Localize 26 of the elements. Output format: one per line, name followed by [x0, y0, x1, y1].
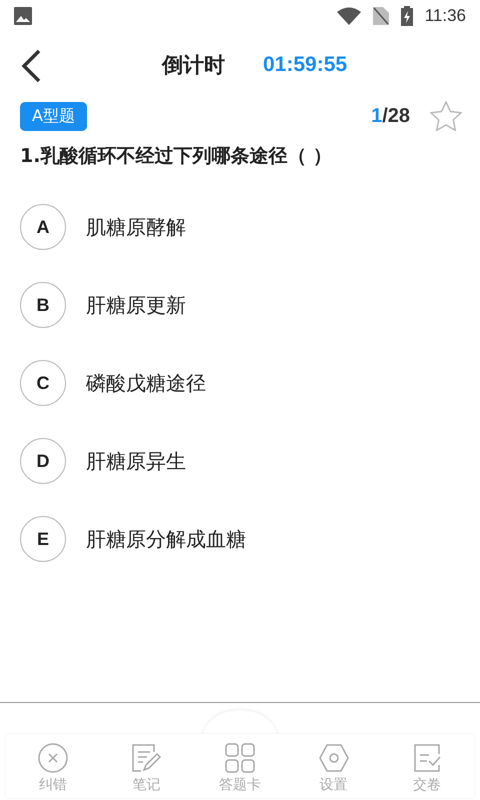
- status-time: 11:36: [424, 6, 466, 26]
- option-text: 肝糖原更新: [86, 292, 186, 318]
- grid-icon: [224, 742, 256, 774]
- total-count: /28: [382, 104, 410, 128]
- page-title: 倒计时: [162, 52, 225, 79]
- battery-charging-icon: [400, 6, 413, 26]
- no-sim-icon: [372, 7, 389, 25]
- wifi-icon: [336, 7, 361, 25]
- option-letter-button[interactable]: E: [20, 516, 66, 562]
- option-letter-button[interactable]: D: [20, 438, 66, 484]
- option-letter-button[interactable]: B: [20, 282, 66, 328]
- option-text: 肝糖原分解成血糖: [86, 526, 246, 552]
- option-letter-button[interactable]: C: [20, 360, 66, 406]
- close-circle-icon: [36, 742, 69, 774]
- settings-icon: [318, 742, 350, 774]
- note-icon: [130, 742, 162, 774]
- question-type-tag: A型题: [20, 102, 87, 130]
- option-text: 肝糖原异生: [86, 448, 186, 474]
- picture-icon: [14, 7, 32, 25]
- question-text: 1.乳酸循环不经过下列哪条途径（ ）: [19, 144, 334, 169]
- option-text: 磷酸戊糖途径: [86, 370, 206, 396]
- star-icon[interactable]: [430, 101, 462, 131]
- countdown-timer: 01:59:55: [263, 53, 348, 77]
- option-text: 肌糖原酵解: [86, 214, 186, 240]
- current-number: 1: [371, 104, 382, 128]
- option-letter-button[interactable]: A: [20, 204, 66, 250]
